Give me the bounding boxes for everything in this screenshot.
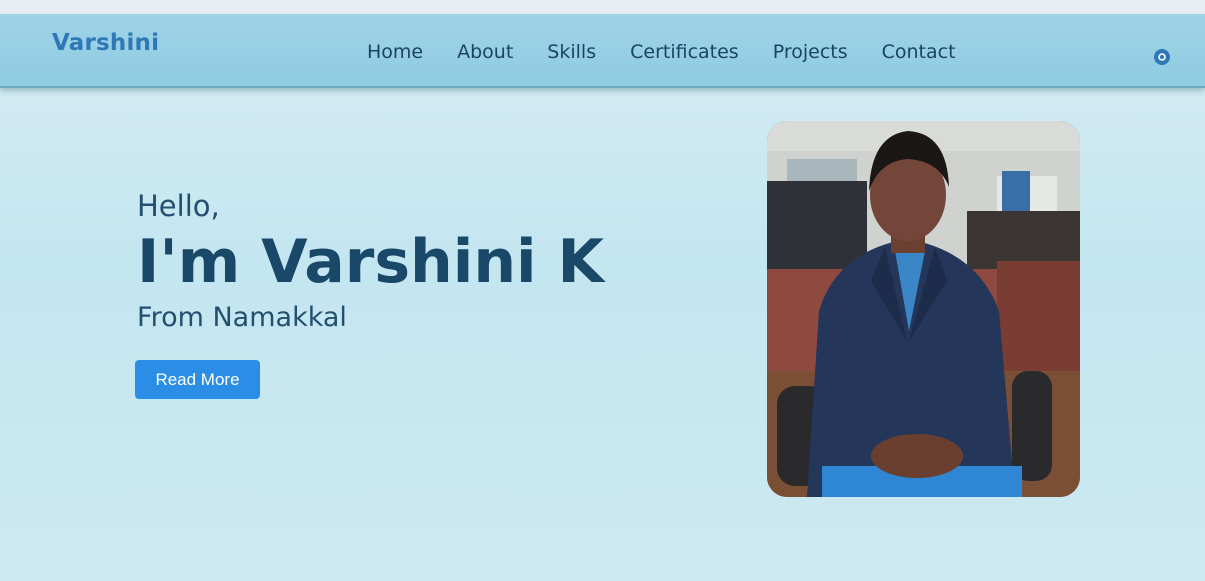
hero-text: Hello, I'm Varshini K From Namakkal — [137, 186, 604, 336]
read-more-button[interactable]: Read More — [135, 360, 260, 399]
hero-headline: I'm Varshini K — [137, 227, 604, 297]
hero-origin: From Namakkal — [137, 302, 347, 333]
greeting-text: Hello, — [137, 189, 220, 223]
nav-links: Home About Skills Certificates Projects … — [367, 41, 990, 63]
nav-link-certificates[interactable]: Certificates — [630, 41, 739, 63]
nav-link-projects[interactable]: Projects — [773, 41, 848, 63]
profile-photo — [767, 121, 1080, 497]
nav-link-skills[interactable]: Skills — [547, 41, 596, 63]
navbar: Varshini Home About Skills Certificates … — [0, 14, 1205, 88]
brand-logo[interactable]: Varshini — [52, 30, 159, 56]
github-icon[interactable] — [1154, 49, 1170, 65]
nav-link-contact[interactable]: Contact — [882, 41, 956, 63]
nav-link-home[interactable]: Home — [367, 41, 423, 63]
nav-link-about[interactable]: About — [457, 41, 513, 63]
